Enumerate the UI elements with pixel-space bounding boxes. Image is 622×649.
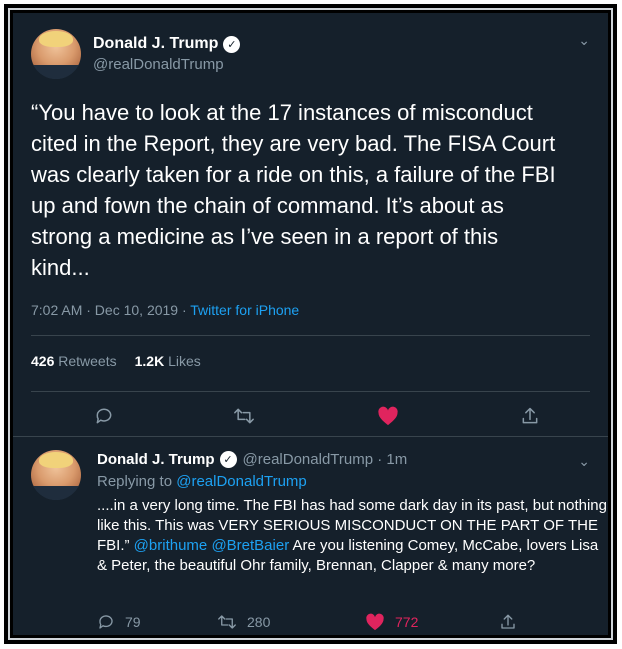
frame-border: Donald J. Trump ✓ @realDonaldTrump ⌄ “Yo… bbox=[8, 8, 613, 640]
mention-link[interactable]: @brithume bbox=[134, 537, 208, 554]
mention-link[interactable]: @BretBaier bbox=[211, 537, 289, 554]
reply-share-button[interactable] bbox=[499, 613, 517, 631]
avatar[interactable] bbox=[31, 29, 81, 79]
reply-avatar[interactable] bbox=[31, 450, 81, 500]
retweet-count: 280 bbox=[247, 614, 271, 630]
like-button[interactable] bbox=[373, 401, 403, 431]
reply-retweet-button[interactable]: 280 bbox=[217, 613, 270, 631]
reply-header: Donald J. Trump ✓ @realDonaldTrump · 1m bbox=[97, 451, 607, 468]
tweet-timestamp[interactable]: 7:02 AM · Dec 10, 2019 · bbox=[31, 302, 190, 318]
retweet-button[interactable] bbox=[229, 401, 259, 431]
reply-button[interactable] bbox=[89, 401, 119, 431]
name-row: Donald J. Trump ✓ bbox=[93, 35, 241, 53]
reply-count: 79 bbox=[125, 614, 141, 630]
tweet-source-link[interactable]: Twitter for iPhone bbox=[190, 302, 299, 318]
retweets-label: Retweets bbox=[58, 353, 117, 369]
heart-icon bbox=[378, 406, 398, 426]
reply-handle-time[interactable]: @realDonaldTrump · 1m bbox=[243, 451, 408, 468]
retweets-count: 426 bbox=[31, 353, 55, 369]
share-icon bbox=[522, 407, 538, 424]
likes-count: 1.2K bbox=[134, 353, 165, 369]
reply-reply-button[interactable]: 79 bbox=[97, 613, 141, 631]
like-count: 772 bbox=[395, 614, 419, 630]
share-icon bbox=[501, 614, 515, 629]
chevron-down-icon[interactable]: ⌄ bbox=[578, 33, 590, 49]
reply-actions: 79 280 772 bbox=[97, 613, 537, 635]
likes-stat[interactable]: 1.2K Likes bbox=[135, 353, 201, 369]
replying-label: Replying to bbox=[97, 473, 177, 490]
divider bbox=[31, 335, 590, 336]
user-handle[interactable]: @realDonaldTrump bbox=[93, 56, 240, 73]
reply-display-name[interactable]: Donald J. Trump bbox=[97, 451, 215, 468]
replying-handle-link[interactable]: @realDonaldTrump bbox=[176, 473, 307, 490]
reply-text: ....in a very long time. The FBI has had… bbox=[97, 496, 607, 576]
tweet-meta: 7:02 AM · Dec 10, 2019 · Twitter for iPh… bbox=[31, 302, 299, 318]
tweet-text: “You have to look at the 17 instances of… bbox=[31, 100, 556, 280]
reply-icon bbox=[99, 615, 113, 629]
display-name[interactable]: Donald J. Trump bbox=[93, 35, 218, 53]
reply-tweet: Donald J. Trump ✓ @realDonaldTrump · 1m … bbox=[97, 451, 607, 576]
verified-badge-icon: ✓ bbox=[219, 451, 237, 468]
retweets-stat[interactable]: 426 Retweets bbox=[31, 353, 117, 369]
thread-divider bbox=[13, 436, 608, 437]
likes-label: Likes bbox=[168, 353, 201, 369]
share-button[interactable] bbox=[515, 401, 545, 431]
screenshot-frame: Donald J. Trump ✓ @realDonaldTrump ⌄ “Yo… bbox=[4, 4, 617, 644]
retweet-icon bbox=[234, 408, 254, 424]
reply-icon bbox=[96, 408, 112, 424]
verified-badge-icon: ✓ bbox=[223, 35, 241, 53]
retweet-icon bbox=[218, 615, 236, 629]
tweet-stats: 426 Retweets 1.2K Likes bbox=[31, 353, 201, 369]
replying-to: Replying to @realDonaldTrump bbox=[97, 473, 607, 490]
divider bbox=[31, 391, 590, 392]
author-block: Donald J. Trump ✓ @realDonaldTrump bbox=[93, 35, 241, 73]
tweet-actions bbox=[13, 401, 608, 437]
heart-icon bbox=[366, 613, 384, 631]
tweet-card: Donald J. Trump ✓ @realDonaldTrump ⌄ “Yo… bbox=[13, 13, 608, 635]
main-tweet-header: Donald J. Trump ✓ @realDonaldTrump bbox=[31, 29, 241, 79]
reply-like-button[interactable]: 772 bbox=[365, 613, 418, 631]
